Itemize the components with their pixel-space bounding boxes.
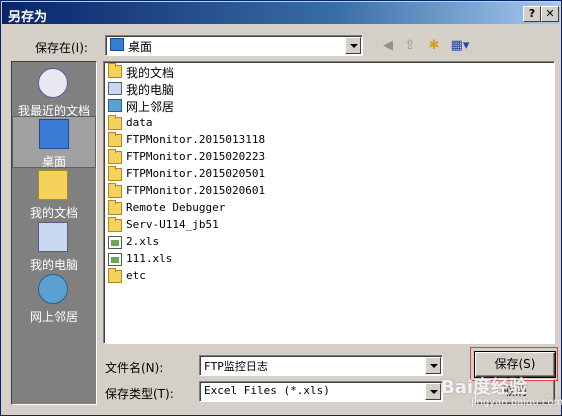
network-icon	[108, 99, 122, 112]
file-list[interactable]: 我的文档 我的电脑 网上邻居 data FTPMonitor.201501311…	[103, 61, 555, 344]
new-folder-icon[interactable]: ✱	[425, 37, 443, 55]
folder-icon	[108, 63, 122, 78]
place-label: 我的电脑	[29, 258, 78, 272]
places-bar: 我最近的文档 桌面 我的文档 我的电脑 网上邻居	[11, 61, 97, 405]
watermark-logo: Bai度经验	[441, 377, 528, 398]
title-bar[interactable]: 另存为 ? ✕	[2, 2, 560, 25]
my-computer-icon	[38, 222, 68, 252]
desktop-small-icon	[110, 38, 124, 51]
place-label: 我的文档	[29, 206, 78, 220]
place-desktop[interactable]: 桌面	[12, 116, 96, 169]
folder-icon	[108, 166, 122, 181]
chevron-down-icon[interactable]	[345, 37, 361, 54]
folder-icon	[108, 200, 122, 215]
desktop-icon	[39, 119, 69, 149]
place-label: 网上邻居	[29, 310, 78, 324]
network-icon	[38, 274, 68, 304]
folder-icon	[108, 149, 122, 164]
computer-icon	[108, 82, 122, 95]
watermark-url: jingyan.baidu.com	[471, 397, 562, 408]
xls-file-icon	[108, 253, 122, 266]
folder-icon	[108, 217, 122, 232]
filetype-label: 保存类型(T):	[105, 387, 174, 401]
filename-value: FTP监控日志	[204, 360, 268, 373]
views-menu-icon[interactable]: ▦▾	[449, 37, 471, 55]
place-recent[interactable]: 我最近的文档	[12, 66, 96, 118]
folder-icon	[108, 268, 122, 283]
back-icon[interactable]: ◀	[379, 37, 397, 55]
chevron-down-icon[interactable]	[425, 357, 441, 374]
filename-label: 文件名(N):	[105, 361, 164, 375]
filename-input[interactable]: FTP监控日志	[199, 355, 443, 376]
save-in-label: 保存在(I):	[35, 41, 88, 55]
folder-icon	[108, 183, 122, 198]
chevron-down-icon[interactable]	[425, 383, 441, 400]
save-as-dialog: 另存为 ? ✕ 保存在(I): 桌面 ◀ ⇧ ✱ ▦▾ 我最近的文档 桌面 我的…	[0, 0, 562, 416]
xls-file-icon	[108, 236, 122, 249]
filetype-value: Excel Files (*.xls)	[204, 384, 330, 397]
save-in-value: 桌面	[128, 40, 153, 54]
folder-icon	[108, 132, 122, 147]
up-folder-icon[interactable]: ⇧	[401, 37, 419, 55]
recent-docs-icon	[38, 68, 68, 98]
filetype-select[interactable]: Excel Files (*.xls)	[199, 381, 443, 402]
place-network[interactable]: 网上邻居	[12, 272, 96, 324]
save-in-dropdown[interactable]: 桌面	[105, 35, 363, 56]
place-my-documents[interactable]: 我的文档	[12, 168, 96, 220]
help-button[interactable]: ?	[523, 6, 541, 22]
folder-icon	[108, 115, 122, 130]
close-button[interactable]: ✕	[541, 6, 559, 22]
my-documents-icon	[38, 170, 68, 200]
place-my-computer[interactable]: 我的电脑	[12, 220, 96, 272]
window-title: 另存为	[8, 10, 48, 25]
